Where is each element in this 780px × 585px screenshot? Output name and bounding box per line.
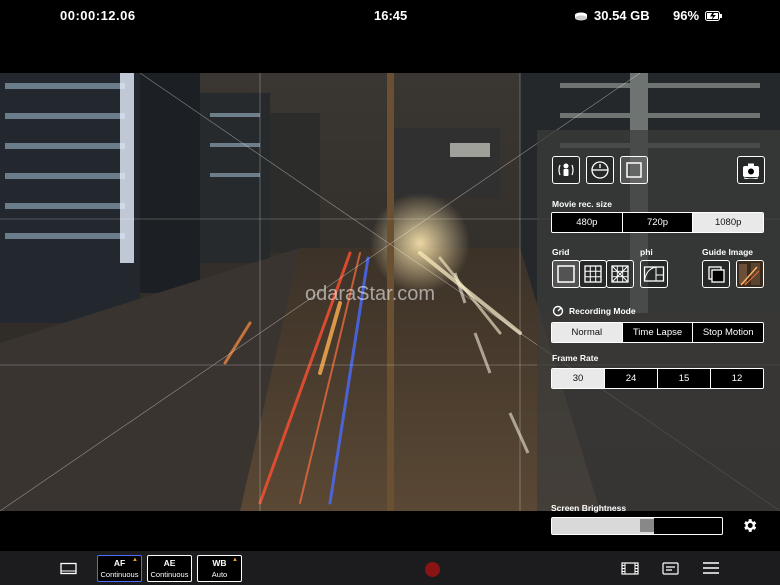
clock: 16:45 (374, 8, 408, 23)
mode-time-lapse[interactable]: Time Lapse (622, 323, 694, 342)
recording-mode-label: Recording Mode (569, 306, 636, 316)
guide-image-label: Guide Image (702, 247, 754, 257)
person-stabilize-icon (558, 163, 574, 176)
recording-mode-header: Recording Mode (552, 305, 636, 317)
caption-box-icon[interactable] (662, 562, 679, 575)
movie-size-label: Movie rec. size (552, 199, 613, 209)
movie-size-720p[interactable]: 720p (622, 213, 694, 232)
overlay-layers-icon (708, 266, 725, 283)
warning-icon: ▲ (232, 557, 238, 563)
gear-icon[interactable] (741, 517, 758, 534)
white-balance-button[interactable]: ▲ WB Auto (197, 555, 242, 582)
aspect-ratio-icon[interactable] (60, 562, 77, 575)
grid-thirds-icon (584, 265, 602, 283)
movie-size-480p[interactable]: 480p (552, 213, 623, 232)
settings-panel (537, 130, 780, 511)
wb-value: Auto (211, 570, 228, 579)
frame-rate-15[interactable]: 15 (658, 369, 711, 388)
guide-image-thumbnail[interactable] (736, 260, 764, 288)
guide-thumbnail-image (737, 261, 763, 287)
level-mode-button[interactable] (586, 156, 614, 184)
battery-value: 96% (673, 8, 700, 23)
phi-grid-button[interactable] (640, 260, 668, 288)
grid-diagonal-icon (611, 265, 629, 283)
grid-label: Grid (552, 247, 570, 257)
brightness-fill (552, 518, 654, 534)
ae-value: Continuous (150, 570, 189, 579)
grid-none-button[interactable] (552, 260, 580, 288)
frame-rate-30[interactable]: 30 (552, 369, 605, 388)
af-value: Continuous (100, 570, 139, 579)
disk-icon (575, 12, 587, 20)
frame-icon (626, 162, 642, 178)
ae-key: AE (163, 558, 176, 568)
phi-label: phi (640, 247, 653, 257)
film-strip-icon[interactable] (621, 562, 639, 575)
frame-rate-12[interactable]: 12 (711, 369, 763, 388)
frame-rate-selector: 30 24 15 12 (551, 368, 764, 389)
stabilizer-mode-button[interactable] (552, 156, 580, 184)
menu-icon[interactable] (702, 561, 720, 575)
autoexposure-button[interactable]: AE Continuous (147, 555, 192, 582)
camera-rotate-icon (743, 163, 759, 179)
frame-rate-24[interactable]: 24 (605, 369, 658, 388)
battery-charging-icon (705, 10, 723, 21)
battery-indicator: 96% (673, 8, 723, 23)
movie-size-1080p[interactable]: 1080p (693, 213, 763, 232)
storage-indicator: 30.54 GB (574, 8, 650, 23)
brightness-slider[interactable] (551, 517, 723, 535)
brightness-knob[interactable] (640, 519, 654, 532)
autofocus-button[interactable]: ▲ AF Continuous (97, 555, 142, 582)
recording-mode-selector: Normal Time Lapse Stop Motion (551, 322, 764, 343)
dial-icon (552, 305, 564, 317)
warning-icon: ▲ (132, 557, 138, 563)
level-gauge-icon (591, 161, 609, 179)
grid-none-icon (557, 265, 575, 283)
status-bar: 00:00:12.06 16:45 30.54 GB 96% (0, 0, 780, 32)
recording-timecode: 00:00:12.06 (60, 8, 136, 23)
grid-diagonal-button[interactable] (606, 260, 634, 288)
mode-stop-motion[interactable]: Stop Motion (693, 323, 763, 342)
record-button[interactable] (425, 562, 440, 577)
frame-rate-label: Frame Rate (552, 353, 599, 363)
watermark: odaraStar.com (305, 283, 436, 305)
guide-image-button[interactable] (702, 260, 730, 288)
golden-ratio-icon (643, 266, 665, 282)
mode-normal[interactable]: Normal (552, 323, 623, 342)
switch-camera-button[interactable] (737, 156, 765, 184)
movie-size-selector: 480p 720p 1080p (551, 212, 764, 233)
storage-value: 30.54 GB (594, 8, 650, 23)
grid-thirds-button[interactable] (579, 260, 607, 288)
brightness-label: Screen Brightness (551, 503, 627, 513)
frame-mode-button[interactable] (620, 156, 648, 184)
